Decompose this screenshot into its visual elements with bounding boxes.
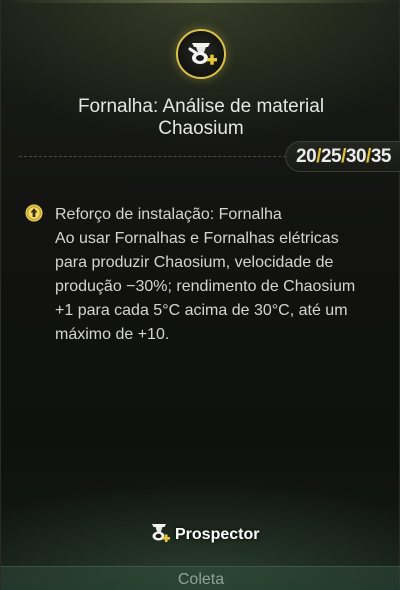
skill-title: Fornalha: Análise de material Chaosium	[21, 96, 381, 140]
prospector-tool-plus-icon	[176, 29, 226, 79]
skill-title-line1: Fornalha: Análise de material	[77, 96, 325, 117]
top-highlight	[1, 0, 400, 3]
title-divider	[19, 156, 291, 157]
level-value: 25	[320, 146, 342, 167]
skill-title-line2: Chaosium	[158, 118, 244, 139]
level-values: 20/25/30/35	[285, 141, 400, 172]
level-value: 30	[345, 146, 367, 167]
prospector-icon	[147, 521, 171, 550]
level-value: 35	[370, 146, 392, 167]
level-value: 20	[296, 146, 317, 167]
skill-detail-panel: Fornalha: Análise de material Chaosium 2…	[0, 0, 400, 590]
profession-badge: Prospector	[147, 522, 259, 548]
effect-description: Reforço de instalação: Fornalha Ao usar …	[55, 206, 356, 343]
tab-coleta[interactable]: Coleta	[1, 566, 400, 590]
profession-label: Prospector	[175, 526, 260, 543]
arrow-up-circle-icon	[25, 204, 43, 227]
